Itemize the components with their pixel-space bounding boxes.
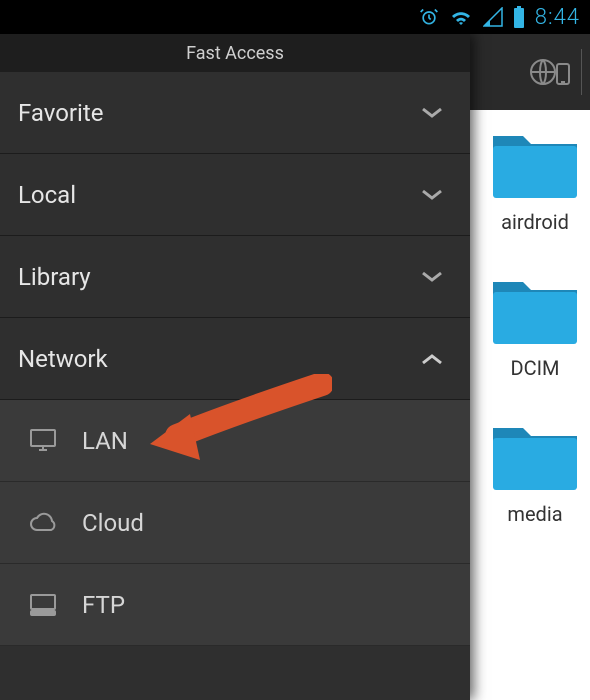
subitem-lan[interactable]: LAN <box>0 400 470 482</box>
section-network[interactable]: Network <box>0 318 470 400</box>
wifi-icon <box>449 7 473 27</box>
header-divider <box>581 49 582 95</box>
cloud-icon <box>28 512 58 534</box>
status-bar: 8:44 <box>0 0 590 34</box>
section-library[interactable]: Library <box>0 236 470 318</box>
folder-label: media <box>507 502 562 526</box>
section-favorite[interactable]: Favorite <box>0 72 470 154</box>
folder-icon <box>489 128 581 202</box>
section-label: Favorite <box>18 99 103 127</box>
alarm-icon <box>419 7 439 27</box>
section-local[interactable]: Local <box>0 154 470 236</box>
signal-icon <box>483 7 503 27</box>
network-sublist: LAN Cloud FTP <box>0 400 470 646</box>
subitem-cloud[interactable]: Cloud <box>0 482 470 564</box>
subitem-label: Cloud <box>82 509 144 537</box>
subitem-label: LAN <box>82 427 128 455</box>
folder-item[interactable]: airdroid <box>480 128 590 234</box>
battery-icon <box>513 6 525 28</box>
chevron-down-icon <box>420 188 444 202</box>
section-label: Network <box>18 345 108 373</box>
folder-item[interactable]: media <box>480 420 590 526</box>
folder-icon <box>489 420 581 494</box>
monitor-icon <box>28 428 58 454</box>
folder-label: DCIM <box>510 356 559 380</box>
chevron-down-icon <box>420 106 444 120</box>
folder-item[interactable]: DCIM <box>480 274 590 380</box>
folder-label: airdroid <box>501 210 569 234</box>
folder-icon <box>489 274 581 348</box>
server-icon <box>28 593 58 617</box>
navigation-drawer: Fast Access Favorite Local Library Netwo… <box>0 34 470 700</box>
drawer-title: Fast Access <box>0 34 470 72</box>
subitem-ftp[interactable]: FTP <box>0 564 470 646</box>
subitem-label: FTP <box>82 591 125 619</box>
section-label: Local <box>18 181 76 209</box>
status-time: 8:44 <box>535 5 580 30</box>
globe-device-icon[interactable] <box>521 42 581 102</box>
section-label: Library <box>18 263 91 291</box>
chevron-up-icon <box>420 352 444 366</box>
chevron-down-icon <box>420 270 444 284</box>
